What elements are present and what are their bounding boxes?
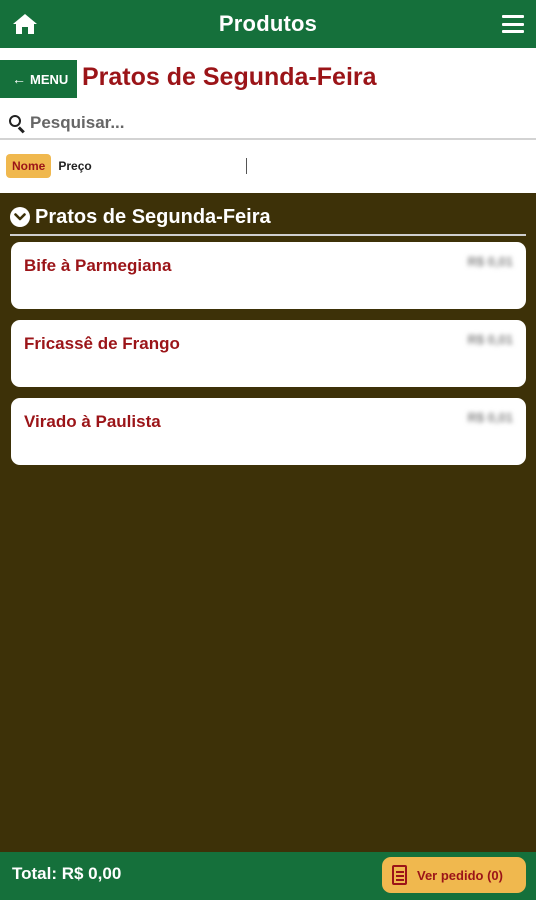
page-header-title: Produtos: [218, 11, 318, 36]
product-name: Virado à Paulista: [24, 412, 161, 431]
product-price: R$ 0,01: [467, 410, 513, 425]
product-card[interactable]: Bife à Parmegiana R$ 0,01: [11, 242, 526, 309]
menu-button-label: MENU: [30, 71, 69, 87]
view-order-label: Ver pedido (0): [417, 867, 503, 883]
order-footer: Total: R$ 0,00 Ver pedido (0): [0, 852, 536, 900]
chevron-down-icon: [10, 207, 30, 227]
back-to-menu-button[interactable]: ← MENU: [0, 60, 77, 98]
product-name: Bife à Parmegiana: [24, 256, 172, 275]
search-input[interactable]: [30, 113, 510, 133]
product-price: R$ 0,01: [467, 254, 513, 269]
sort-by-price-button[interactable]: Preço: [58, 159, 91, 173]
arrow-left-icon: ←: [12, 71, 26, 87]
home-icon: [13, 14, 37, 34]
sort-by-name-button[interactable]: Nome: [6, 154, 52, 178]
subheader: ← MENU Pratos de Segunda-Feira Nome Preç…: [0, 48, 536, 193]
hamburger-icon-bar: [502, 30, 524, 33]
product-card[interactable]: Fricassê de Frango R$ 0,01: [11, 320, 526, 387]
product-name: Fricassê de Frango: [24, 334, 180, 353]
home-button[interactable]: [12, 12, 38, 36]
product-price: R$ 0,01: [467, 332, 513, 347]
document-icon: [392, 865, 407, 885]
category-title: Pratos de Segunda-Feira: [82, 63, 377, 91]
app-header: Produtos: [0, 0, 536, 48]
sort-bar: Nome Preço: [0, 151, 536, 181]
hamburger-icon-bar: [502, 22, 524, 26]
sort-divider: [246, 158, 247, 174]
order-total: Total: R$ 0,00: [12, 864, 122, 883]
search-icon: [8, 114, 26, 134]
section-title: Pratos de Segunda-Feira: [35, 205, 271, 228]
view-order-button[interactable]: Ver pedido (0): [382, 857, 526, 893]
hamburger-icon-bar: [502, 15, 524, 18]
category-section-toggle[interactable]: Pratos de Segunda-Feira: [10, 200, 526, 236]
product-card[interactable]: Virado à Paulista R$ 0,01: [11, 398, 526, 465]
search-bar: [0, 108, 536, 140]
product-list: Bife à Parmegiana R$ 0,01 Fricassê de Fr…: [11, 242, 526, 476]
hamburger-menu-button[interactable]: [502, 15, 524, 33]
